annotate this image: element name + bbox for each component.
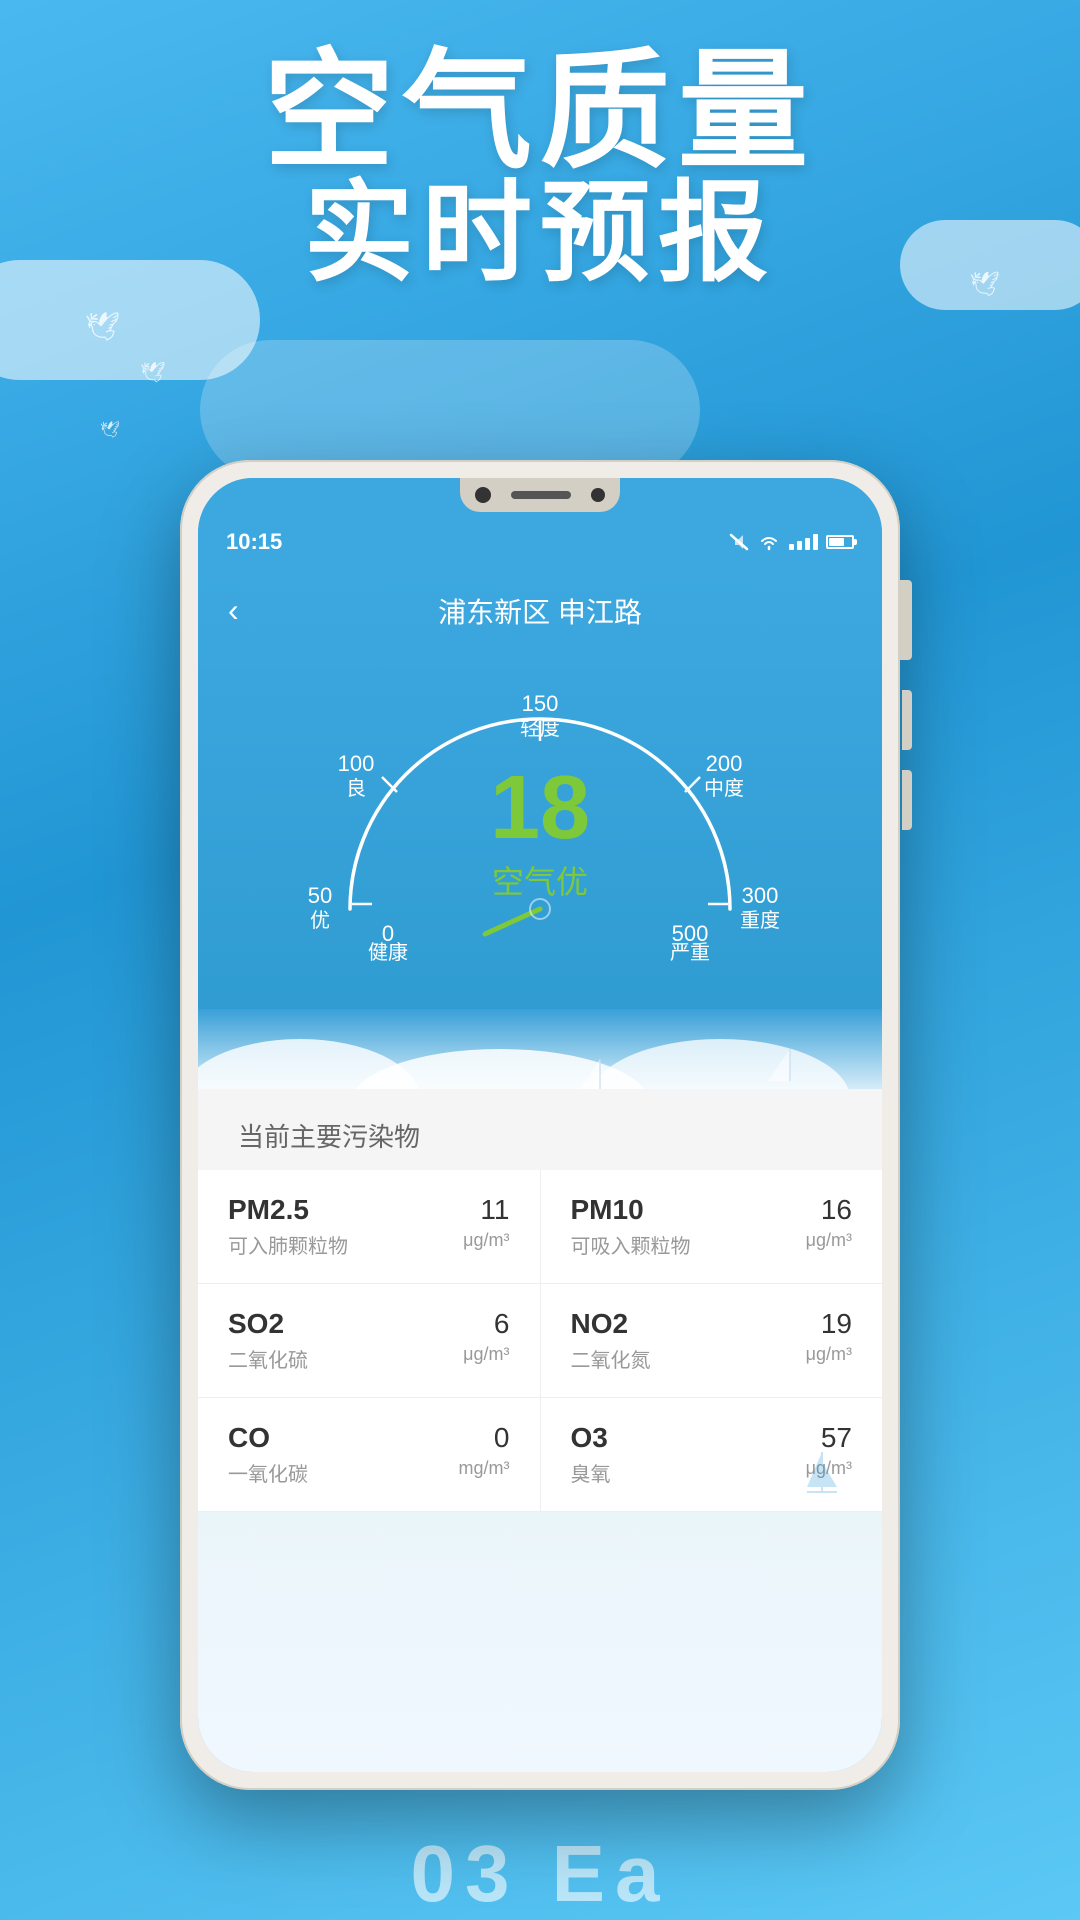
power-button <box>900 580 912 660</box>
signal-bars <box>789 534 818 550</box>
svg-text:200: 200 <box>706 751 743 776</box>
mute-icon <box>729 533 749 551</box>
co-value: 0 <box>459 1422 510 1454</box>
phone-mockup: 10:15 <box>180 460 900 1790</box>
front-camera-2 <box>591 488 605 502</box>
hero-title-line2: 实时预报 <box>0 173 1080 294</box>
phone-screen: 10:15 <box>198 478 882 1772</box>
o3-cell: O3 臭氧 57 μg/m³ <box>541 1398 883 1511</box>
gauge-section: 150 轻度 100 良 200 中度 50 优 300 <box>198 649 882 1009</box>
nav-bar: ‹ 浦东新区 申江路 <box>198 572 882 649</box>
no2-unit: μg/m³ <box>806 1344 852 1365</box>
no2-value: 19 <box>806 1308 852 1340</box>
so2-cell: SO2 二氧化硫 6 μg/m³ <box>198 1284 541 1397</box>
volume-down-button <box>902 770 912 830</box>
pm10-cell: PM10 可吸入颗粒物 16 μg/m³ <box>541 1170 883 1283</box>
status-time: 10:15 <box>226 529 282 555</box>
bird-icon-2: 🕊 <box>140 360 165 385</box>
bird-icon-1: 🕊 <box>85 310 121 343</box>
so2-unit: μg/m³ <box>463 1344 509 1365</box>
svg-text:严重: 严重 <box>670 941 710 964</box>
co-cell: CO 一氧化碳 0 mg/m³ <box>198 1398 541 1511</box>
bottom-text: 03 Ea <box>410 1828 669 1920</box>
svg-text:重度: 重度 <box>740 909 780 932</box>
phone-notch <box>460 478 620 512</box>
no2-name: NO2 <box>571 1308 651 1340</box>
pollutant-row-2: SO2 二氧化硫 6 μg/m³ <box>198 1284 882 1398</box>
pollutants-title: 当前主要污染物 <box>198 1089 882 1170</box>
pollutants-section: 当前主要污染物 PM2.5 可入肺颗粒物 11 μg <box>198 1089 882 1512</box>
pm25-value: 11 <box>463 1194 509 1226</box>
co-desc: 一氧化碳 <box>228 1458 308 1487</box>
aqi-value: 18 <box>490 763 590 853</box>
pm10-value: 16 <box>806 1194 852 1226</box>
svg-text:轻度: 轻度 <box>520 717 560 740</box>
pollutant-row-3: CO 一氧化碳 0 mg/m³ <box>198 1398 882 1512</box>
svg-text:优: 优 <box>310 909 330 932</box>
front-camera <box>475 487 491 503</box>
co-name: CO <box>228 1422 308 1454</box>
co-unit: mg/m³ <box>459 1458 510 1479</box>
app-content: ‹ 浦东新区 申江路 <box>198 572 882 1772</box>
notch-area <box>198 478 882 512</box>
svg-text:健康: 健康 <box>368 941 408 964</box>
volume-up-button <box>902 690 912 750</box>
bird-icon-3: 🕊 <box>100 420 120 440</box>
status-bar: 10:15 <box>198 512 882 572</box>
pm10-desc: 可吸入颗粒物 <box>571 1230 691 1259</box>
no2-desc: 二氧化氮 <box>571 1344 651 1373</box>
pollutant-row-1: PM2.5 可入肺颗粒物 11 μg/m³ <box>198 1170 882 1284</box>
svg-text:100: 100 <box>338 751 375 776</box>
so2-desc: 二氧化硫 <box>228 1344 308 1373</box>
battery-icon <box>826 535 854 549</box>
hero-title-line1: 空气质量 <box>0 40 1080 183</box>
pm25-unit: μg/m³ <box>463 1230 509 1251</box>
pm10-unit: μg/m³ <box>806 1230 852 1251</box>
gauge-container: 150 轻度 100 良 200 中度 50 优 300 <box>238 669 842 969</box>
o3-desc: 臭氧 <box>571 1458 611 1487</box>
so2-value: 6 <box>463 1308 509 1340</box>
speaker-bar <box>511 491 571 499</box>
svg-text:良: 良 <box>346 777 366 800</box>
pm25-name: PM2.5 <box>228 1194 348 1226</box>
pm25-cell: PM2.5 可入肺颗粒物 11 μg/m³ <box>198 1170 541 1283</box>
svg-text:150: 150 <box>522 691 559 716</box>
pm10-name: PM10 <box>571 1194 691 1226</box>
pm25-desc: 可入肺颗粒物 <box>228 1230 348 1259</box>
aqi-status: 空气优 <box>490 857 590 903</box>
back-button[interactable]: ‹ <box>228 592 239 629</box>
phone-frame: 10:15 <box>180 460 900 1790</box>
cloud-transition <box>198 1009 882 1089</box>
no2-cell: NO2 二氧化氮 19 μg/m³ <box>541 1284 883 1397</box>
svg-text:50: 50 <box>308 883 332 908</box>
svg-text:中度: 中度 <box>704 777 744 800</box>
o3-name: O3 <box>571 1422 611 1454</box>
so2-name: SO2 <box>228 1308 308 1340</box>
svg-text:300: 300 <box>742 883 779 908</box>
nav-title: 浦东新区 申江路 <box>438 591 642 631</box>
wifi-icon <box>757 533 781 551</box>
hero-section: 空气质量 实时预报 <box>0 40 1080 294</box>
status-icons <box>729 533 854 551</box>
